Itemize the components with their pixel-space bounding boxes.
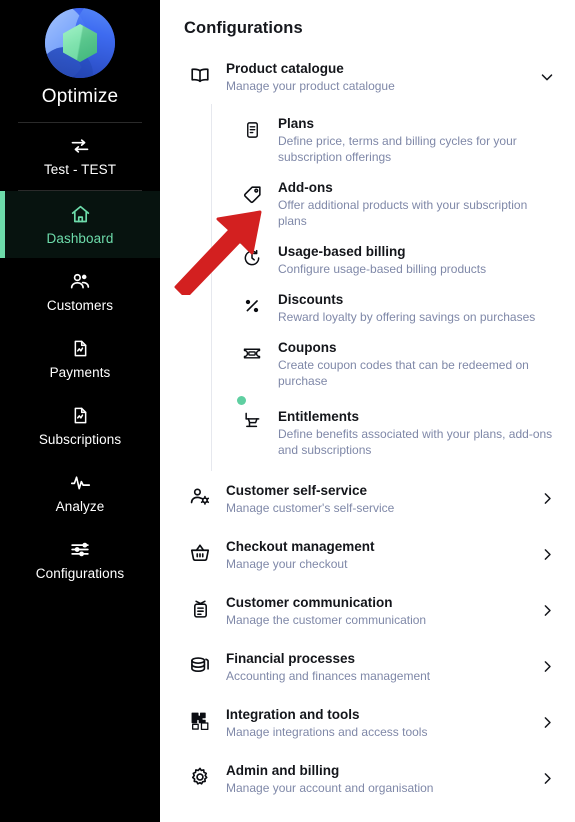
group-header-customer-communication[interactable]: Customer communication Manage the custom… xyxy=(184,583,559,639)
sidebar-item-label: Analyze xyxy=(55,499,105,514)
optimize-logo-icon xyxy=(45,8,115,78)
sidebar-item-payments[interactable]: Payments xyxy=(0,325,160,392)
item-title: Entitlements xyxy=(278,409,360,424)
group-header-integration-and-tools[interactable]: Integration and tools Manage integration… xyxy=(184,695,559,751)
basket-icon xyxy=(184,538,216,564)
config-item-add-ons[interactable]: Add-ons Offer additional products with y… xyxy=(236,172,559,236)
chevron-right-icon[interactable] xyxy=(535,538,559,563)
item-subtitle: Define price, terms and billing cycles f… xyxy=(278,134,517,164)
sliders-icon xyxy=(69,539,91,560)
home-icon xyxy=(70,204,91,225)
tenant-switcher[interactable]: Test - TEST xyxy=(0,123,160,190)
item-subtitle: Offer additional products with your subs… xyxy=(278,198,528,228)
sidebar-item-label: Configurations xyxy=(35,566,125,581)
status-dot xyxy=(237,396,246,405)
group-header-admin-and-billing[interactable]: Admin and billing Manage your account an… xyxy=(184,751,559,807)
page-title: Configurations xyxy=(184,19,303,37)
sidebar-item-configurations[interactable]: Configurations xyxy=(0,526,160,593)
group-subtitle: Manage your checkout xyxy=(226,557,348,571)
item-title: Add-ons xyxy=(278,180,333,195)
item-title: Plans xyxy=(278,116,315,131)
puzzle-icon xyxy=(184,706,216,732)
sidebar-item-label: Dashboard xyxy=(46,231,114,246)
config-item-usage-based-billing[interactable]: Usage-based billing Configure usage-base… xyxy=(236,235,559,284)
item-subtitle: Define benefits associated with your pla… xyxy=(278,427,553,457)
user-gear-icon xyxy=(184,482,216,508)
list-document-icon xyxy=(236,115,268,140)
main-content: Configurations Product catalogue Manage … xyxy=(160,0,575,822)
group-title: Product catalogue xyxy=(226,61,344,76)
sidebar-item-label: Customers xyxy=(46,298,114,313)
swap-arrows-icon xyxy=(69,136,91,156)
ticket-icon xyxy=(236,339,268,363)
tag-icon xyxy=(236,179,268,205)
item-title: Usage-based billing xyxy=(278,244,406,259)
sidebar-item-dashboard[interactable]: Dashboard xyxy=(0,191,160,258)
group-subtitle: Manage integrations and access tools xyxy=(226,725,428,739)
chevron-right-icon[interactable] xyxy=(535,706,559,731)
pulse-icon xyxy=(69,472,92,493)
cart-icon xyxy=(236,396,268,431)
config-group-product-catalogue: Product catalogue Manage your product ca… xyxy=(184,38,559,471)
config-item-discounts[interactable]: Discounts Reward loyalty by offering sav… xyxy=(236,284,559,332)
group-subtitle: Manage your product catalogue xyxy=(226,79,395,93)
gear-icon xyxy=(184,762,216,788)
document-icon xyxy=(71,405,90,426)
chevron-right-icon[interactable] xyxy=(535,762,559,787)
percent-icon xyxy=(236,291,268,316)
group-title: Checkout management xyxy=(226,539,375,554)
status-dot xyxy=(237,235,246,244)
group-title: Financial processes xyxy=(226,651,356,666)
brand-block: Optimize xyxy=(0,0,160,122)
config-item-entitlements[interactable]: Entitlements Define benefits associated … xyxy=(236,396,559,465)
chevron-right-icon[interactable] xyxy=(535,650,559,675)
config-item-plans[interactable]: Plans Define price, terms and billing cy… xyxy=(236,108,559,172)
book-open-icon xyxy=(184,60,216,86)
sidebar-item-label: Subscriptions xyxy=(38,432,122,447)
item-subtitle: Configure usage-based billing products xyxy=(278,262,487,276)
group-subtitle: Manage customer's self-service xyxy=(226,501,395,515)
group-header-checkout-management[interactable]: Checkout management Manage your checkout xyxy=(184,527,559,583)
item-title: Discounts xyxy=(278,292,344,307)
timer-icon xyxy=(236,235,268,268)
group-title: Integration and tools xyxy=(226,707,360,722)
group-subtitle: Manage the customer communication xyxy=(226,613,427,627)
sidebar: Optimize Test - TEST Dashboard Customers… xyxy=(0,0,160,822)
sidebar-item-subscriptions[interactable]: Subscriptions xyxy=(0,392,160,459)
chevron-down-icon[interactable] xyxy=(535,60,559,86)
group-header-financial-processes[interactable]: Financial processes Accounting and finan… xyxy=(184,639,559,695)
chevron-right-icon[interactable] xyxy=(535,594,559,619)
product-catalogue-sublist: Plans Define price, terms and billing cy… xyxy=(211,104,559,471)
group-header-customer-self-service[interactable]: Customer self-service Manage customer's … xyxy=(184,471,559,527)
sidebar-item-analyze[interactable]: Analyze xyxy=(0,459,160,526)
sidebar-item-customers[interactable]: Customers xyxy=(0,258,160,325)
group-title: Admin and billing xyxy=(226,763,340,778)
group-title: Customer self-service xyxy=(226,483,368,498)
customers-icon xyxy=(69,271,91,292)
group-header-product-catalogue[interactable]: Product catalogue Manage your product ca… xyxy=(184,38,559,104)
app-root: Optimize Test - TEST Dashboard Customers… xyxy=(0,0,575,822)
group-subtitle: Accounting and finances management xyxy=(226,669,431,683)
chevron-right-icon[interactable] xyxy=(535,482,559,507)
sidebar-item-label: Payments xyxy=(49,365,111,380)
config-collapsed-groups: Customer self-service Manage customer's … xyxy=(184,471,559,807)
item-subtitle: Reward loyalty by offering savings on pu… xyxy=(278,310,536,324)
item-subtitle: Create coupon codes that can be redeemed… xyxy=(278,358,529,388)
group-subtitle: Manage your account and organisation xyxy=(226,781,434,795)
radio-message-icon xyxy=(184,594,216,620)
document-icon xyxy=(71,338,90,359)
tenant-label: Test - TEST xyxy=(43,162,117,177)
coins-icon xyxy=(184,650,216,676)
item-title: Coupons xyxy=(278,340,337,355)
config-item-coupons[interactable]: Coupons Create coupon codes that can be … xyxy=(236,332,559,396)
brand-name: Optimize xyxy=(41,86,119,107)
group-title: Customer communication xyxy=(226,595,393,610)
sidebar-nav: Dashboard Customers Payments Subscriptio… xyxy=(0,191,160,593)
